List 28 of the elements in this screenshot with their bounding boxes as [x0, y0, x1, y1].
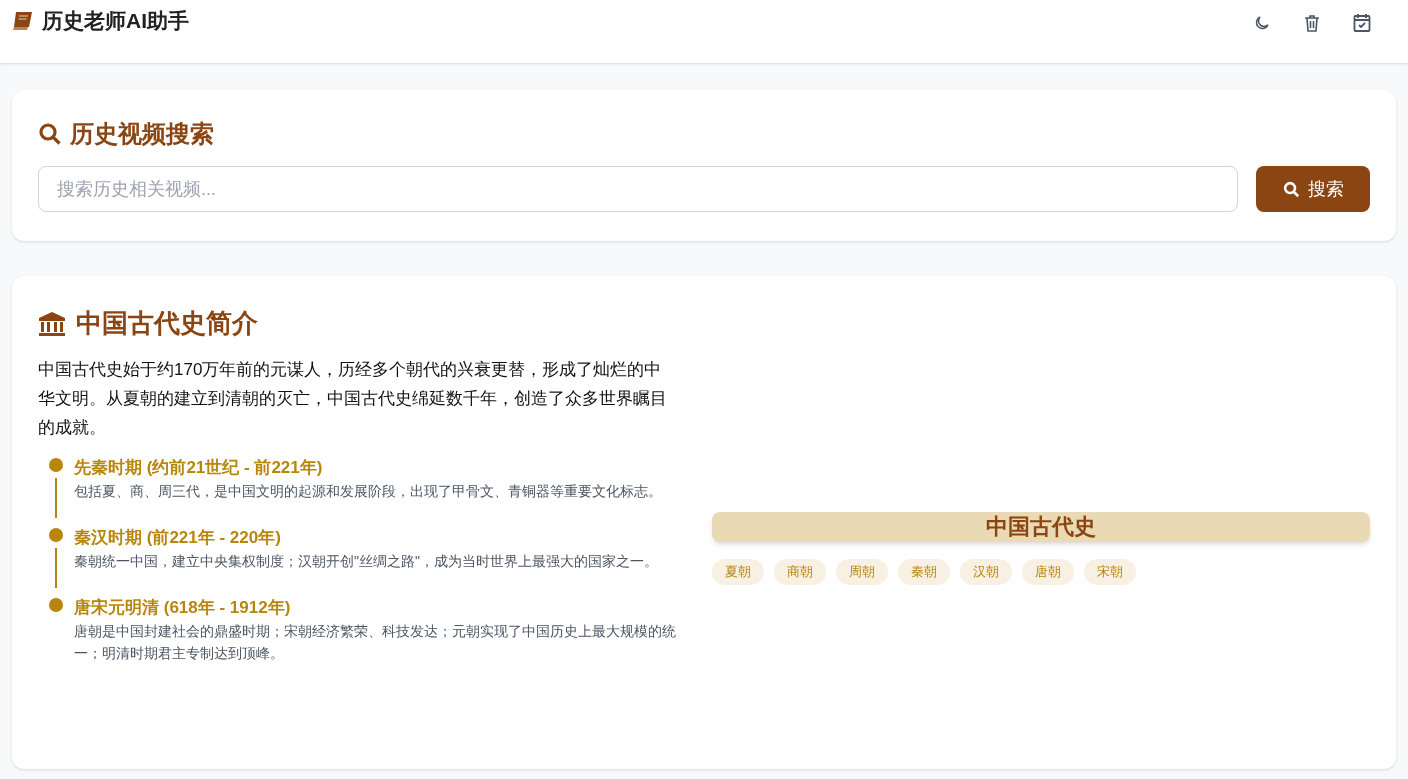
- timeline-title: 唐宋元明清 (618年 - 1912年): [74, 597, 292, 619]
- app-title: 历史老师AI助手: [42, 7, 189, 34]
- search-heading: 历史视频搜索: [70, 119, 214, 149]
- intro-paragraph: 中国古代史始于约170万年前的元谋人，历经多个朝代的兴衰更替，形成了灿烂的中华文明。从夏朝的建立到清朝的灭亡，中国古代史绵延数千年，创造了众多世界瞩目的成就。: [38, 359, 668, 439]
- dynasty-tag[interactable]: 周朝: [836, 559, 888, 585]
- dynasty-tag[interactable]: 唐朝: [1022, 559, 1074, 585]
- museum-icon: [38, 310, 66, 337]
- timeline-text: 秦朝统一中国，建立中央集权制度；汉朝开创"丝绸之路"，成为当时世界上最强大的国家之一。: [74, 552, 659, 571]
- dynasty-tag[interactable]: 夏朝: [712, 559, 764, 585]
- timeline-text: 包括夏、商、周三代，是中国文明的起源和发展阶段，出现了甲骨文、青铜器等重要文化标志。: [74, 482, 663, 501]
- timeline-line: [55, 478, 57, 518]
- trash-icon: [1304, 13, 1320, 32]
- book-icon: [12, 10, 34, 31]
- banner-title: 中国古代史: [712, 512, 1370, 542]
- timeline-line: [55, 548, 57, 588]
- dynasty-tag[interactable]: 商朝: [774, 559, 826, 585]
- search-field[interactable]: 搜索历史相关视频...: [38, 166, 1238, 212]
- search-icon: [38, 122, 62, 146]
- timeline-title: 先秦时期 (约前21世纪 - 前221年): [74, 457, 324, 479]
- intro-heading: 中国古代史简介: [76, 307, 258, 340]
- timeline-title: 秦汉时期 (前221年 - 220年): [74, 527, 282, 549]
- search-icon: [1282, 180, 1300, 198]
- dynasty-tag[interactable]: 宋朝: [1084, 559, 1136, 585]
- timeline-text: 唐朝是中国封建社会的鼎盛时期；宋朝经济繁荣、科技发达；元朝实现了中国历史上最大规模的统一；明清时期君主专制达到顶峰。: [74, 622, 676, 663]
- dynasty-tag[interactable]: 汉朝: [960, 559, 1012, 585]
- dynasty-tag[interactable]: 秦朝: [898, 559, 950, 585]
- search-button[interactable]: 搜索: [1256, 166, 1370, 212]
- calendar-check-icon: [1353, 13, 1371, 32]
